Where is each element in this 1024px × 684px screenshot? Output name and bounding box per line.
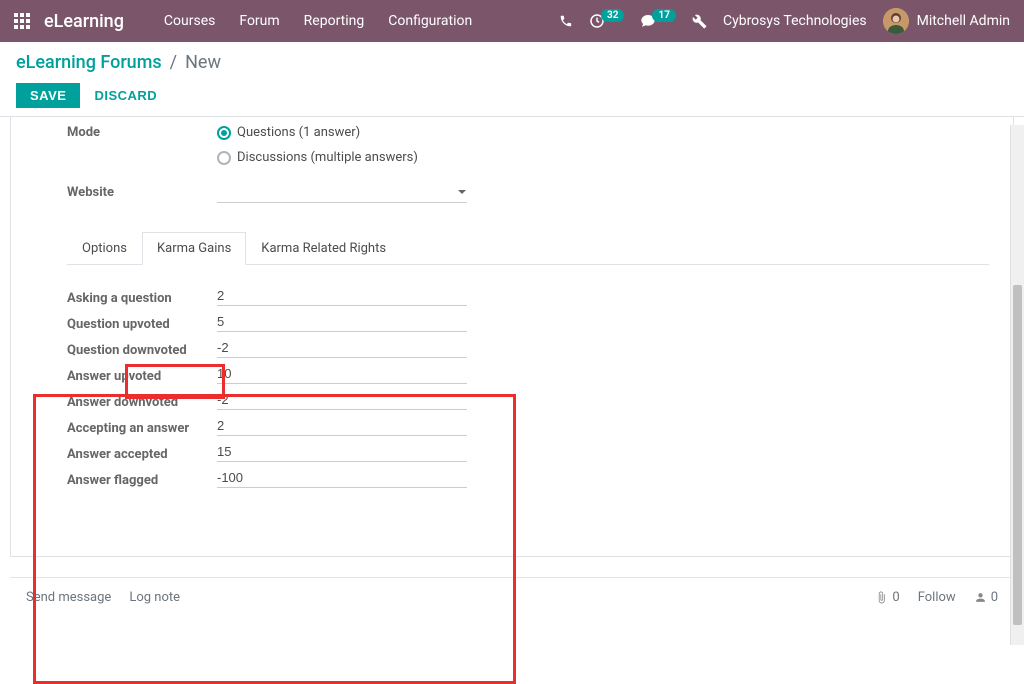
karma-row: Answer upvoted	[67, 363, 989, 384]
breadcrumb-root[interactable]: eLearning Forums	[16, 52, 162, 73]
karma-row: Asking a question	[67, 285, 989, 306]
website-label: Website	[67, 185, 217, 200]
radio-icon	[217, 151, 231, 165]
control-panel: eLearning Forums / New SAVE DISCARD	[0, 42, 1024, 117]
karma-label: Answer upvoted	[67, 369, 217, 384]
menu-reporting[interactable]: Reporting	[304, 13, 365, 29]
discard-button[interactable]: DISCARD	[94, 88, 157, 103]
form-view: Mode Questions (1 answer) Discussions (m…	[0, 117, 1024, 621]
karma-label: Answer flagged	[67, 473, 217, 488]
karma-accepting-answer[interactable]	[217, 415, 467, 436]
karma-answer-downvoted[interactable]	[217, 389, 467, 410]
breadcrumb: eLearning Forums / New	[16, 52, 1008, 73]
avatar	[883, 8, 909, 34]
followers-button[interactable]: 0	[974, 590, 998, 605]
menu-courses[interactable]: Courses	[164, 13, 215, 29]
attachments-button[interactable]: 0	[875, 590, 899, 605]
karma-asking-question[interactable]	[217, 285, 467, 306]
karma-question-upvoted[interactable]	[217, 311, 467, 332]
karma-row: Answer flagged	[67, 467, 989, 488]
karma-row: Answer downvoted	[67, 389, 989, 410]
menu-forum[interactable]: Forum	[239, 13, 279, 29]
scrollbar-thumb[interactable]	[1013, 285, 1022, 625]
tab-karma-gains[interactable]: Karma Gains	[142, 232, 246, 265]
karma-answer-upvoted[interactable]	[217, 363, 467, 384]
tab-karma-rights[interactable]: Karma Related Rights	[246, 232, 401, 265]
messages-icon[interactable]: 17	[640, 13, 675, 29]
tools-icon[interactable]	[692, 14, 707, 29]
karma-row: Question upvoted	[67, 311, 989, 332]
scrollbar[interactable]	[1010, 125, 1024, 645]
karma-label: Question downvoted	[67, 343, 217, 358]
karma-row: Accepting an answer	[67, 415, 989, 436]
karma-answer-flagged[interactable]	[217, 467, 467, 488]
karma-label: Question upvoted	[67, 317, 217, 332]
karma-question-downvoted[interactable]	[217, 337, 467, 358]
radio-icon	[217, 126, 231, 140]
main-menu: Courses Forum Reporting Configuration	[164, 13, 472, 29]
user-menu[interactable]: Mitchell Admin	[883, 8, 1010, 34]
karma-row: Question downvoted	[67, 337, 989, 358]
tab-options[interactable]: Options	[67, 232, 142, 265]
brand-title[interactable]: eLearning	[44, 11, 124, 32]
menu-configuration[interactable]: Configuration	[388, 13, 472, 29]
mode-radio-discussions[interactable]: Discussions (multiple answers)	[217, 148, 477, 167]
karma-label: Asking a question	[67, 291, 217, 306]
karma-label: Accepting an answer	[67, 421, 217, 436]
company-name[interactable]: Cybrosys Technologies	[723, 13, 867, 29]
follow-button[interactable]: Follow	[918, 590, 956, 605]
user-name: Mitchell Admin	[917, 13, 1010, 29]
chevron-down-icon	[457, 187, 467, 197]
followers-count: 0	[991, 590, 998, 605]
top-navbar: eLearning Courses Forum Reporting Config…	[0, 0, 1024, 42]
attachments-count: 0	[892, 590, 899, 605]
website-select[interactable]	[217, 181, 467, 203]
breadcrumb-current: New	[185, 52, 221, 73]
mode-radio-questions[interactable]: Questions (1 answer)	[217, 123, 477, 142]
karma-label: Answer downvoted	[67, 395, 217, 410]
activities-badge: 32	[601, 9, 624, 22]
save-button[interactable]: SAVE	[16, 83, 80, 108]
apps-icon[interactable]	[14, 13, 30, 29]
tab-content-karma-gains: Asking a question Question upvoted Quest…	[67, 265, 989, 509]
log-note-button[interactable]: Log note	[129, 590, 180, 605]
activities-icon[interactable]: 32	[589, 13, 624, 29]
karma-label: Answer accepted	[67, 447, 217, 462]
chatter-bar: Send message Log note 0 Follow 0	[10, 577, 1014, 611]
breadcrumb-sep: /	[170, 52, 177, 73]
send-message-button[interactable]: Send message	[26, 590, 111, 605]
mode-label: Mode	[67, 125, 217, 140]
form-tabs: Options Karma Gains Karma Related Rights	[67, 231, 989, 265]
mode-option-discussions: Discussions (multiple answers)	[237, 150, 418, 165]
karma-answer-accepted[interactable]	[217, 441, 467, 462]
mode-option-questions: Questions (1 answer)	[237, 125, 360, 140]
phone-icon[interactable]	[559, 14, 573, 28]
messages-badge: 17	[652, 9, 675, 22]
karma-row: Answer accepted	[67, 441, 989, 462]
